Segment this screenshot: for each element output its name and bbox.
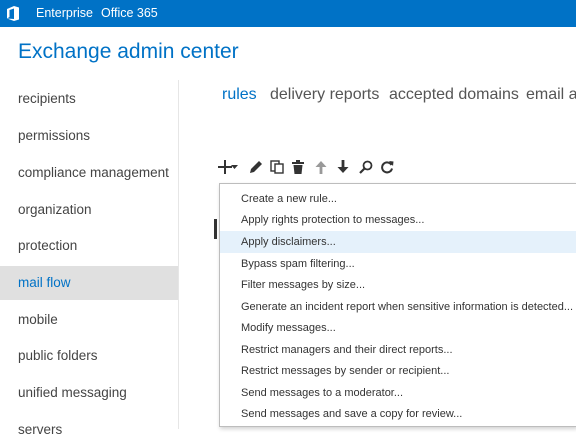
- menu-item-apply-rights-protection[interactable]: Apply rights protection to messages...: [220, 209, 576, 231]
- sidebar-item-mail-flow[interactable]: mail flow: [0, 266, 178, 300]
- dropdown-arrow-icon[interactable]: [230, 157, 240, 179]
- menu-item-modify-messages[interactable]: Modify messages...: [220, 317, 576, 339]
- menu-item-incident-report[interactable]: Generate an incident report when sensiti…: [220, 296, 576, 318]
- sidebar-item-mobile[interactable]: mobile: [0, 303, 178, 337]
- office-logo-icon[interactable]: [7, 6, 19, 21]
- menu-item-restrict-managers[interactable]: Restrict managers and their direct repor…: [220, 339, 576, 361]
- sidebar-item-unified-messaging[interactable]: unified messaging: [0, 376, 178, 410]
- menu-item-restrict-sender-recipient[interactable]: Restrict messages by sender or recipient…: [220, 360, 576, 382]
- sidebar-item-organization[interactable]: organization: [0, 193, 178, 227]
- move-up-icon[interactable]: [312, 157, 330, 179]
- page-title: Exchange admin center: [18, 40, 239, 63]
- tab-email-address-policies[interactable]: email address policies: [526, 86, 576, 104]
- delete-icon[interactable]: [289, 157, 307, 179]
- nav-office-365[interactable]: Office 365: [101, 0, 158, 27]
- hidden-content-edge: [214, 219, 217, 239]
- menu-item-send-to-moderator[interactable]: Send messages to a moderator...: [220, 382, 576, 404]
- menu-item-bypass-spam-filtering[interactable]: Bypass spam filtering...: [220, 253, 576, 275]
- top-bar: Enterprise Office 365: [0, 0, 576, 27]
- sidebar-item-servers[interactable]: servers: [0, 413, 178, 447]
- new-rule-menu: Create a new rule... Apply rights protec…: [219, 183, 576, 427]
- sidebar-item-compliance-management[interactable]: compliance management: [0, 156, 178, 190]
- menu-item-filter-by-size[interactable]: Filter messages by size...: [220, 274, 576, 296]
- tab-bar: rules delivery reports accepted domains …: [222, 86, 576, 116]
- menu-item-send-and-save-copy[interactable]: Send messages and save a copy for review…: [220, 403, 576, 425]
- sidebar-item-permissions[interactable]: permissions: [0, 119, 178, 153]
- menu-item-apply-disclaimers[interactable]: Apply disclaimers...: [220, 231, 576, 253]
- menu-item-create-new-rule[interactable]: Create a new rule...: [220, 188, 576, 210]
- tab-accepted-domains[interactable]: accepted domains: [389, 86, 519, 104]
- sidebar-item-protection[interactable]: protection: [0, 229, 178, 263]
- tab-delivery-reports[interactable]: delivery reports: [270, 86, 379, 104]
- move-down-icon[interactable]: [334, 157, 352, 179]
- edit-icon[interactable]: [247, 157, 265, 179]
- copy-icon[interactable]: [268, 157, 286, 179]
- nav-enterprise[interactable]: Enterprise: [36, 0, 93, 27]
- refresh-icon[interactable]: [378, 157, 396, 179]
- sidebar: recipients permissions compliance manage…: [0, 80, 179, 437]
- search-icon[interactable]: [357, 157, 375, 179]
- sidebar-item-recipients[interactable]: recipients: [0, 82, 178, 116]
- tab-rules[interactable]: rules: [222, 86, 257, 104]
- sidebar-item-public-folders[interactable]: public folders: [0, 339, 178, 373]
